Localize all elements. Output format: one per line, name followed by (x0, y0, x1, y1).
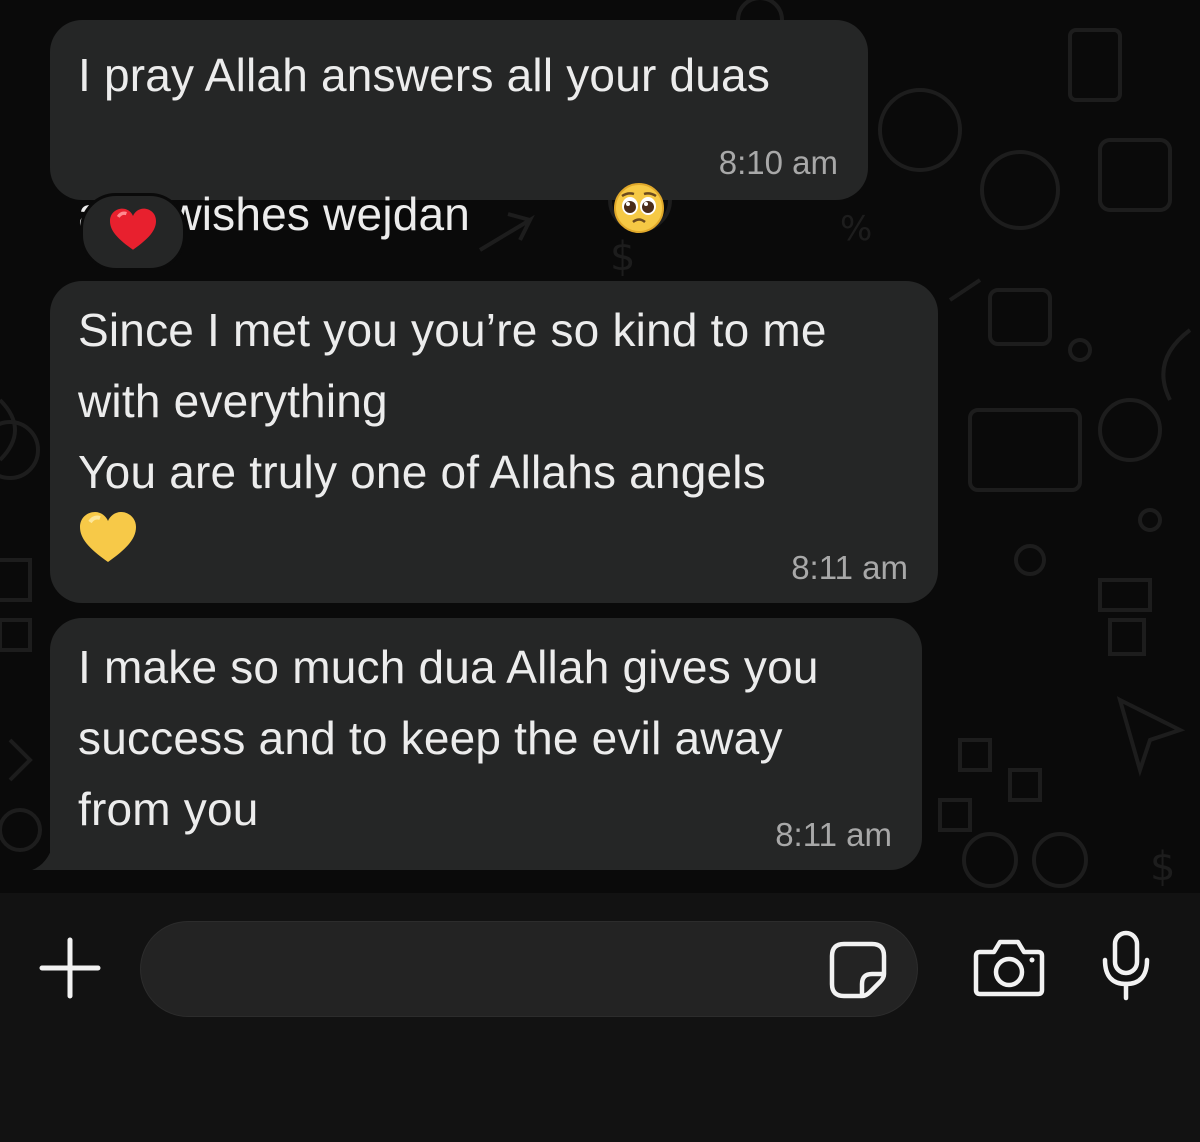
attach-button[interactable] (38, 936, 102, 1000)
camera-button[interactable] (972, 938, 1046, 998)
message-timestamp: 8:10 am (718, 144, 838, 181)
message-input-field[interactable] (140, 921, 918, 1018)
svg-text:$: $ (1150, 844, 1175, 890)
message-text: Since I met you you’re so kind to me wit… (78, 304, 827, 498)
message-reaction[interactable] (80, 193, 186, 271)
bubble-tail (32, 842, 68, 870)
message-list[interactable]: $ % $ I pray Allah answers all your duas… (0, 0, 1200, 893)
message-text: I make so much dua Allah gives you succe… (78, 641, 819, 835)
voice-record-button[interactable] (1100, 930, 1152, 1002)
camera-icon (973, 939, 1045, 997)
chat-screen: $ % $ I pray Allah answers all your duas… (0, 0, 1200, 1142)
message-input[interactable] (171, 922, 815, 1018)
message-timestamp: 8:11 am (791, 549, 908, 586)
red-heart-icon (108, 207, 158, 258)
message-bubble[interactable]: I make so much dua Allah gives you succe… (50, 618, 922, 870)
yellow-heart-emoji (78, 510, 910, 571)
message-bubble[interactable]: I pray Allah answers all your duas and w… (50, 20, 868, 448)
microphone-icon (1102, 930, 1150, 1001)
message-bubble[interactable]: Since I met you you’re so kind to me wit… (50, 281, 938, 603)
svg-text:%: % (840, 209, 872, 249)
plus-icon (39, 937, 101, 999)
sticker-icon (829, 941, 887, 999)
message-timestamp: 8:11 am (775, 816, 892, 853)
sticker-button[interactable] (828, 940, 888, 1000)
